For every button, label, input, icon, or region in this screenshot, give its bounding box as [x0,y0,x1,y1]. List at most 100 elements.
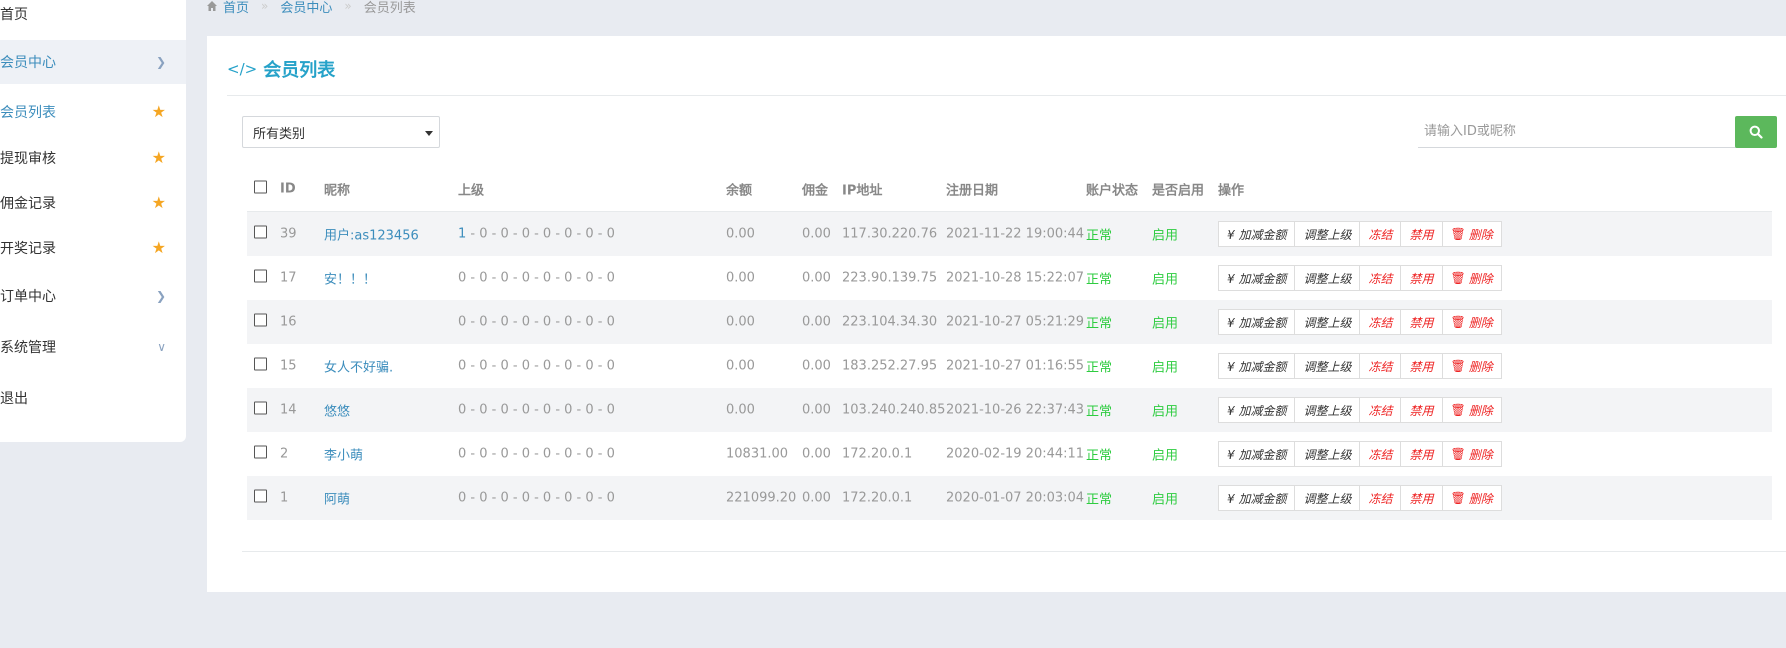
cell-nickname[interactable]: 阿萌 [324,489,350,508]
sidebar-item-label: 提现审核 [0,151,56,167]
adjust-parent-button[interactable]: 调整上级 [1294,353,1361,379]
disable-button[interactable]: 禁用 [1400,265,1443,291]
breadcrumb-home[interactable]: 首页 [223,0,249,16]
cell-nickname[interactable]: 用户:as123456 [324,225,419,244]
row-checkbox[interactable] [254,357,267,371]
sidebar-item-withdraw-review[interactable]: 提现审核 ★ [0,136,186,180]
row-checkbox[interactable] [254,489,267,503]
cell-enabled: 启用 [1152,448,1179,464]
disable-button[interactable]: 禁用 [1400,309,1443,335]
sidebar-item-label: 订单中心 [0,289,56,305]
chevron-right-icon: ❯ [155,55,166,69]
row-checkbox[interactable] [254,269,267,283]
trash-icon: 🗑︎ [1450,315,1466,329]
disable-button[interactable]: 禁用 [1400,397,1443,423]
row-checkbox[interactable] [254,225,267,239]
row-actions: ¥ 加减金额 调整上级 冻结 禁用 🗑︎ 删除 [1218,221,1502,247]
cell-parent: 0 - 0 - 0 - 0 - 0 - 0 - 0 - 0 [458,271,615,286]
row-checkbox[interactable] [254,445,267,459]
adjust-parent-button[interactable]: 调整上级 [1294,265,1361,291]
adjust-amount-button[interactable]: ¥ 加减金额 [1218,309,1296,335]
cell-id: 39 [280,226,297,242]
adjust-amount-button[interactable]: ¥ 加减金额 [1218,397,1296,423]
delete-button-label: 删除 [1468,403,1493,418]
freeze-button[interactable]: 冻结 [1359,221,1402,247]
delete-button[interactable]: 🗑︎ 删除 [1441,265,1502,291]
delete-button-label: 删除 [1468,315,1493,330]
cell-ip: 223.104.34.30 [842,314,938,330]
adjust-parent-button[interactable]: 调整上级 [1294,485,1361,511]
cell-commission: 0.00 [802,226,831,242]
freeze-button[interactable]: 冻结 [1359,265,1402,291]
adjust-amount-button[interactable]: ¥ 加减金额 [1218,265,1296,291]
row-actions: ¥ 加减金额 调整上级 冻结 禁用 🗑︎ 删除 [1218,485,1502,511]
category-select[interactable]: 所有类别 [242,116,440,148]
caret-down-icon [425,131,433,136]
cell-parent: 0 - 0 - 0 - 0 - 0 - 0 - 0 - 0 [458,315,615,330]
star-icon: ★ [151,193,166,212]
sidebar-item-member-list[interactable]: 会员列表 ★ [0,90,186,134]
sidebar-item-lottery-records[interactable]: 开奖记录 ★ [0,226,186,270]
search-input[interactable] [1418,116,1738,148]
row-actions: ¥ 加减金额 调整上级 冻结 禁用 🗑︎ 删除 [1218,397,1502,423]
cell-ip: 117.30.220.76 [842,226,938,242]
cell-balance: 221099.20 [726,490,797,506]
adjust-amount-button[interactable]: ¥ 加减金额 [1218,353,1296,379]
disable-button[interactable]: 禁用 [1400,221,1443,247]
freeze-button[interactable]: 冻结 [1359,485,1402,511]
adjust-parent-button[interactable]: 调整上级 [1294,309,1361,335]
delete-button[interactable]: 🗑︎ 删除 [1441,441,1502,467]
sidebar-item-home[interactable]: 首页 [0,0,186,36]
freeze-button[interactable]: 冻结 [1359,353,1402,379]
cell-enabled: 启用 [1152,404,1179,420]
sidebar-item-system-management[interactable]: 系统管理 ∨ [0,325,186,369]
sidebar-item-label: 退出 [0,391,28,407]
cell-parent-chain: - 0 - 0 - 0 - 0 - 0 - 0 - 0 [466,314,615,330]
adjust-amount-button[interactable]: ¥ 加减金额 [1218,485,1296,511]
delete-button[interactable]: 🗑︎ 删除 [1441,353,1502,379]
disable-button[interactable]: 禁用 [1400,485,1443,511]
freeze-button[interactable]: 冻结 [1359,397,1402,423]
row-checkbox[interactable] [254,401,267,415]
divider [242,551,1786,552]
cell-nickname[interactable]: 安！！！ [324,269,376,288]
cell-account-status: 正常 [1086,316,1113,332]
disable-button[interactable]: 禁用 [1400,441,1443,467]
disable-button[interactable]: 禁用 [1400,353,1443,379]
delete-button[interactable]: 🗑︎ 删除 [1441,221,1502,247]
cell-account-status: 正常 [1086,492,1113,508]
breadcrumb-member-center[interactable]: 会员中心 [280,0,332,16]
cell-nickname[interactable]: 悠悠 [324,401,350,420]
home-icon [207,1,217,11]
trash-icon: 🗑︎ [1450,403,1466,417]
freeze-button[interactable]: 冻结 [1359,309,1402,335]
row-checkbox[interactable] [254,313,267,327]
freeze-button[interactable]: 冻结 [1359,441,1402,467]
adjust-parent-button[interactable]: 调整上级 [1294,397,1361,423]
sidebar-item-logout[interactable]: 退出 [0,376,186,420]
adjust-amount-button[interactable]: ¥ 加减金额 [1218,441,1296,467]
delete-button[interactable]: 🗑︎ 删除 [1441,397,1502,423]
sidebar-item-member-center[interactable]: 会员中心 ❯ [0,40,186,84]
cell-reg-date: 2021-10-28 15:22:07 [946,270,1085,286]
trash-icon: 🗑︎ [1450,271,1466,285]
delete-button[interactable]: 🗑︎ 删除 [1441,485,1502,511]
sidebar-item-order-center[interactable]: 订单中心 ❯ [0,274,186,318]
cell-ip: 183.252.27.95 [842,358,938,374]
cell-nickname[interactable]: 李小萌 [324,445,363,464]
search-button[interactable] [1735,116,1777,148]
select-all-checkbox[interactable] [254,180,267,194]
cell-enabled: 启用 [1152,316,1179,332]
cell-nickname[interactable]: 女人不好骗. [324,357,393,376]
chevron-right-icon: ❯ [155,289,166,303]
adjust-amount-button[interactable]: ¥ 加减金额 [1218,221,1296,247]
adjust-parent-button[interactable]: 调整上级 [1294,221,1361,247]
adjust-parent-button[interactable]: 调整上级 [1294,441,1361,467]
search-icon [1749,125,1763,139]
sidebar-item-commission-records[interactable]: 佣金记录 ★ [0,181,186,225]
breadcrumb-separator: » [344,0,352,13]
delete-button[interactable]: 🗑︎ 删除 [1441,309,1502,335]
cell-ip: 103.240.240.85 [842,402,946,418]
col-header-account-status: 账户状态 [1086,183,1139,199]
cell-id: 17 [280,270,297,286]
